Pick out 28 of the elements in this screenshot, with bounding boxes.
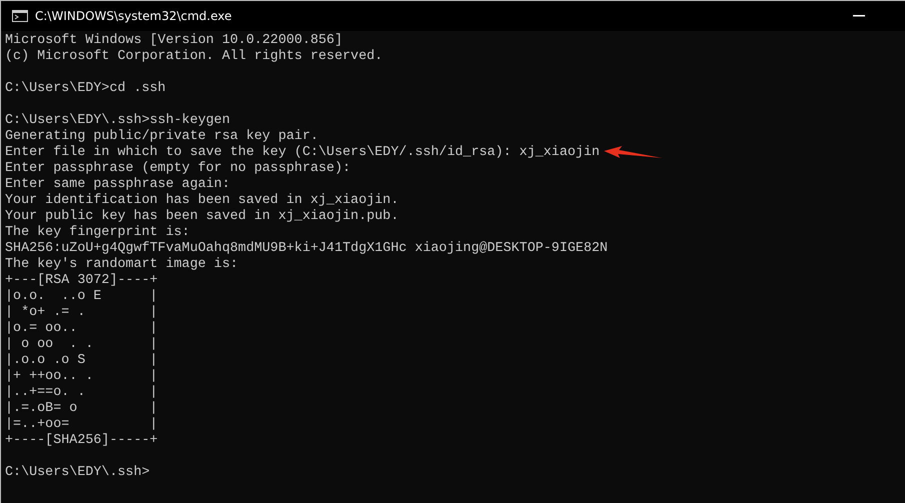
console-line: Your public key has been saved in xj_xiaojin.pub.: [5, 209, 399, 225]
console-line: |o.o. ..o E |: [5, 289, 158, 305]
console-line: C:\Users\EDY\.ssh>: [5, 465, 150, 481]
console-line: Enter same passphrase again:: [5, 177, 230, 193]
console-line: | *o+ .= . |: [5, 305, 158, 321]
console-line: |.o.o .o S |: [5, 353, 158, 369]
console-line: |+ ++oo.. . |: [5, 369, 158, 385]
console-line: Enter passphrase (empty for no passphrase):: [5, 161, 351, 177]
console-line: |o.= oo.. |: [5, 321, 158, 337]
console-line: +----[SHA256]-----+: [5, 433, 158, 449]
console-line: Generating public/private rsa key pair.: [5, 129, 318, 145]
console-line: |.=.oB= o |: [5, 401, 158, 417]
console-line: The key fingerprint is:: [5, 225, 190, 241]
window-title: C:\WINDOWS\system32\cmd.exe: [35, 9, 232, 23]
console-line: Microsoft Windows [Version 10.0.22000.856]: [5, 33, 342, 49]
console-line: +---[RSA 3072]----+: [5, 273, 158, 289]
console-line: | o oo . . |: [5, 337, 158, 353]
console-app-icon: [12, 10, 28, 22]
console-line: |..+==o. . |: [5, 385, 158, 401]
console-line: C:\Users\EDY>cd .ssh: [5, 81, 166, 97]
console-line: SHA256:uZoU+g4QgwfTFvaMuOahq8mdMU9B+ki+J41TdgX1GHc xiaojing@DESKTOP-9IGE82N: [5, 241, 608, 257]
console-line: (c) Microsoft Corporation. All rights reserved.: [5, 49, 383, 65]
console-line: Your identification has been saved in xj_xiaojin.: [5, 193, 399, 209]
console-line: |=..+oo= |: [5, 417, 158, 433]
console-line: C:\Users\EDY\.ssh>ssh-keygen: [5, 113, 230, 129]
console-line: The key's randomart image is:: [5, 257, 238, 273]
console-line: Enter file in which to save the key (C:\Users\EDY/.ssh/id_rsa): xj_xiaojin: [5, 145, 600, 161]
minimize-icon: [853, 15, 865, 17]
